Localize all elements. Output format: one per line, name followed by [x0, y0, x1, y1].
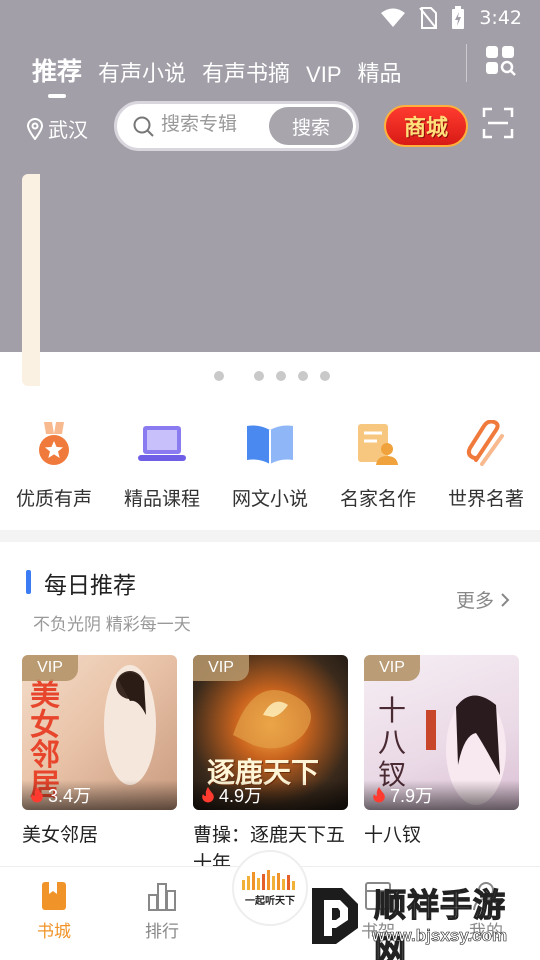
play-count: 3.4万	[22, 780, 177, 810]
category-web-novel[interactable]: 网文小说	[216, 418, 324, 511]
nav-label: 书城	[37, 922, 71, 941]
open-book-icon	[244, 418, 296, 470]
status-icons: 3:42	[381, 6, 522, 30]
play-count: 7.9万	[364, 780, 519, 810]
medal-icon	[28, 418, 80, 470]
pagination-dot[interactable]	[298, 371, 308, 381]
paperclip-icon	[460, 418, 512, 470]
watermark-title: 顺祥手游网	[373, 886, 507, 960]
book-cover[interactable]: 美女邻居 VIP 3.4万	[22, 655, 177, 810]
category-label: 世界名著	[447, 489, 524, 510]
pagination-dot[interactable]	[254, 371, 264, 381]
status-time: 3:42	[479, 7, 522, 29]
book-cover[interactable]: 逐鹿天下 VIP 4.9万	[193, 655, 348, 810]
nav-ranking[interactable]: 排行	[122, 881, 202, 942]
search-box: 搜索	[114, 101, 359, 151]
category-world-classics[interactable]: 世界名著	[432, 418, 540, 511]
category-famous-works[interactable]: 名家名作	[324, 418, 432, 511]
pagination-dot[interactable]	[214, 371, 224, 381]
fire-icon	[202, 787, 214, 803]
nav-label: 排行	[145, 922, 179, 941]
category-label: 网文小说	[231, 489, 308, 510]
laptop-icon	[136, 418, 188, 470]
play-count-value: 3.4万	[48, 786, 92, 806]
tab-audio-digest[interactable]: 有声书摘	[202, 56, 290, 88]
play-count-value: 4.9万	[219, 786, 263, 806]
fire-icon	[373, 787, 385, 803]
book-title[interactable]: 美女邻居	[22, 822, 177, 850]
sound-bars-logo-icon	[242, 869, 295, 890]
category-grid-button[interactable]	[484, 44, 516, 76]
book-title[interactable]: 十八钗	[364, 822, 519, 850]
no-sim-icon	[419, 7, 438, 29]
status-bar: 3:42	[0, 0, 540, 36]
author-profile-icon	[352, 418, 404, 470]
fire-icon	[31, 787, 43, 803]
book-cover[interactable]: 十八钗 VIP 7.9万	[364, 655, 519, 810]
top-tabs: 推荐 有声小说 有声书摘 VIP 精品	[32, 52, 418, 88]
book-card[interactable]: 美女邻居 VIP 3.4万 美女邻居	[22, 655, 177, 878]
tab-vip[interactable]: VIP	[306, 62, 341, 88]
center-logo-button[interactable]: 一起听天下	[232, 850, 308, 926]
cover-title: 十八钗	[378, 694, 407, 791]
play-count: 4.9万	[193, 780, 348, 810]
location-selector[interactable]: 武汉	[26, 114, 88, 143]
tab-audio-novel[interactable]: 有声小说	[98, 56, 186, 88]
category-quality-audio[interactable]: 优质有声	[0, 418, 108, 511]
section-separator	[0, 530, 540, 542]
battery-charging-icon	[452, 6, 465, 29]
scan-button[interactable]	[482, 107, 514, 139]
pagination-dot[interactable]	[320, 371, 330, 381]
chevron-right-icon	[501, 592, 510, 607]
vip-badge: VIP	[22, 655, 78, 681]
location-pin-icon	[26, 117, 44, 140]
banner-slide[interactable]	[22, 174, 40, 386]
center-logo-text: 一起听天下	[245, 895, 295, 907]
vip-badge: VIP	[364, 655, 420, 681]
nav-bookstore[interactable]: 书城	[14, 881, 94, 942]
bookstore-icon	[42, 882, 66, 910]
category-premium-course[interactable]: 精品课程	[108, 418, 216, 511]
play-count-value: 7.9万	[390, 786, 434, 806]
category-label: 优质有声	[15, 489, 92, 510]
category-label: 名家名作	[339, 489, 416, 510]
grid-search-icon	[486, 46, 516, 76]
tab-premium[interactable]: 精品	[358, 56, 402, 88]
book-card[interactable]: 十八钗 VIP 7.9万 十八钗	[364, 655, 519, 878]
scan-icon	[482, 107, 514, 139]
more-label: 更多	[455, 591, 494, 612]
search-input[interactable]	[161, 114, 271, 136]
section-accent-bar	[26, 570, 31, 594]
tab-recommend[interactable]: 推荐	[32, 52, 82, 88]
mall-button[interactable]: 商城	[384, 105, 468, 147]
section-subtitle: 不负光阴 精彩每一天	[33, 615, 191, 634]
tabs-divider	[466, 44, 467, 82]
ranking-icon	[148, 883, 176, 911]
section-title: 每日推荐	[44, 572, 136, 598]
category-row: 优质有声 精品课程 网文小说 名家名作 世界名著	[0, 418, 540, 511]
pagination-dot[interactable]	[276, 371, 286, 381]
watermark-logo-icon	[312, 888, 358, 944]
book-card[interactable]: 逐鹿天下 VIP 4.9万 曹操：逐鹿天下五十年	[193, 655, 348, 878]
banner-pagination	[214, 371, 342, 381]
header-area: 3:42 推荐 有声小说 有声书摘 VIP 精品 武汉 搜索 商城	[0, 0, 540, 352]
site-watermark: 顺祥手游网 www.bjsxsy.com	[306, 880, 536, 960]
search-button[interactable]: 搜索	[269, 107, 353, 145]
search-icon	[133, 116, 154, 137]
location-city: 武汉	[48, 120, 88, 142]
more-button[interactable]: 更多	[456, 586, 510, 613]
watermark-url: www.bjsxsy.com	[372, 926, 508, 946]
category-label: 精品课程	[123, 489, 200, 510]
vip-badge: VIP	[193, 655, 249, 681]
wifi-icon	[381, 8, 406, 27]
book-list: 美女邻居 VIP 3.4万 美女邻居 逐鹿天下 VIP 4.9万 曹操：逐鹿天下…	[22, 655, 519, 878]
